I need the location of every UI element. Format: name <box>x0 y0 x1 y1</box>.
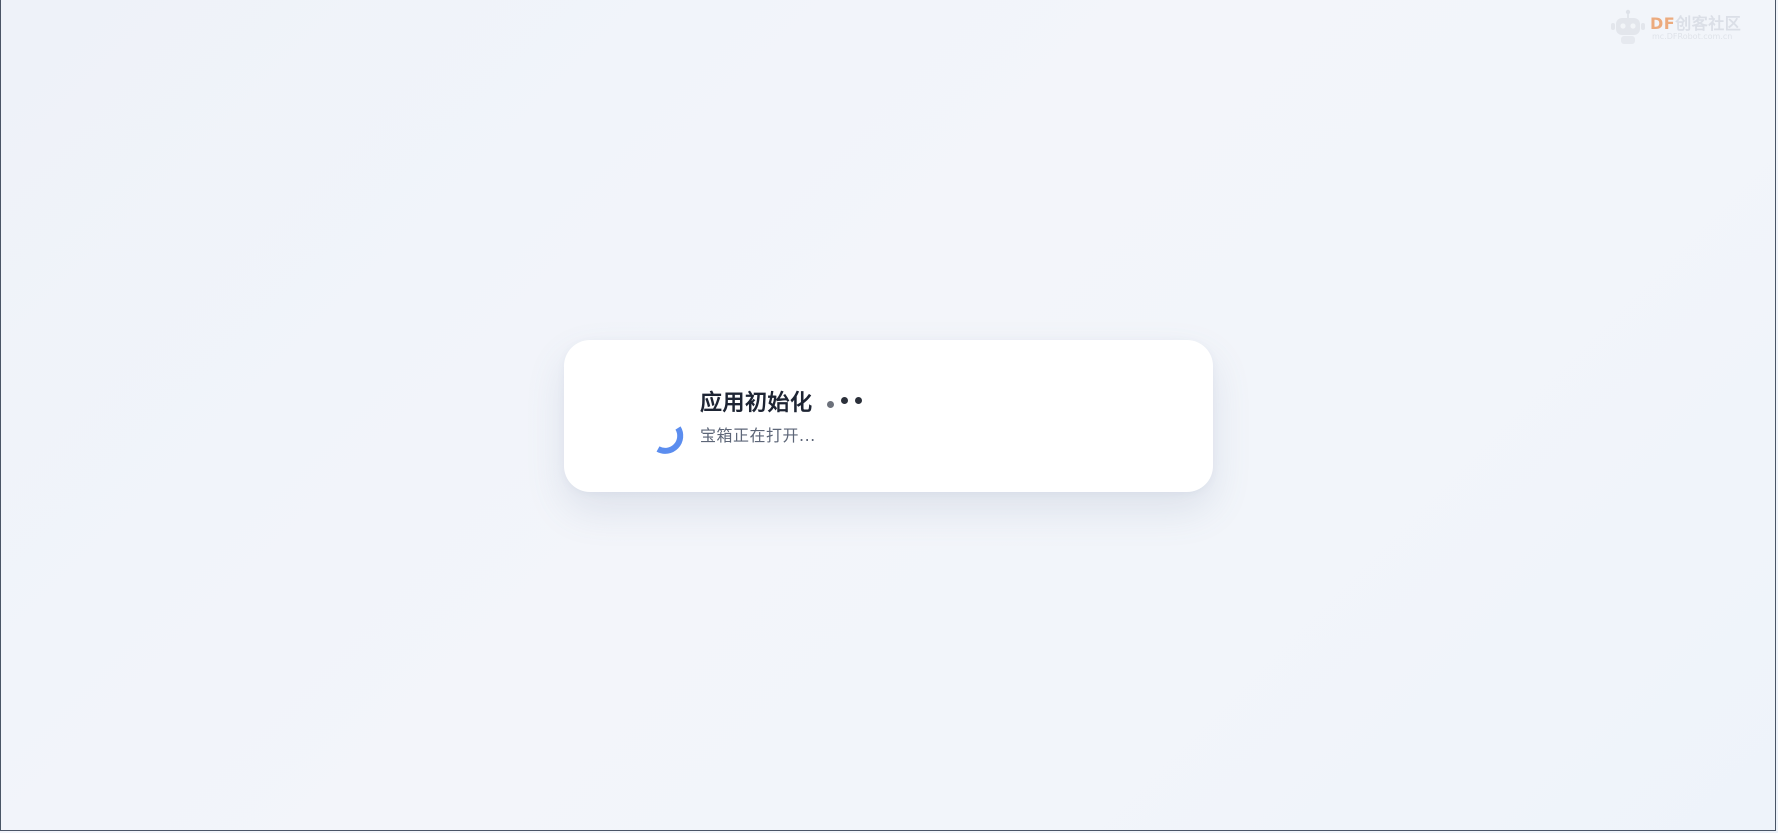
dot-3 <box>854 396 862 404</box>
loading-spinner-icon <box>656 426 684 454</box>
watermark-brand-cn: 创客社区 <box>1675 14 1742 33</box>
loading-title: 应用初始化 <box>700 391 813 416</box>
loading-title-row: 应用初始化 <box>700 386 862 416</box>
robot-logo-icon <box>1611 9 1645 44</box>
watermark-brand: DF创客社区 <box>1650 10 1741 34</box>
dot-2 <box>840 396 848 404</box>
dfrobot-watermark: DF创客社区 mc.DFRobot.com.cn <box>1606 6 1778 48</box>
typing-dots-icon <box>826 396 862 408</box>
loading-text-block: 应用初始化 宝箱正在打开... <box>700 386 862 446</box>
watermark-url: mc.DFRobot.com.cn <box>1652 32 1733 41</box>
watermark-brand-latin: DF <box>1650 14 1676 33</box>
dot-1 <box>826 400 834 408</box>
loading-subtitle: 宝箱正在打开... <box>700 426 816 445</box>
loading-card: 应用初始化 宝箱正在打开... <box>564 340 1213 492</box>
